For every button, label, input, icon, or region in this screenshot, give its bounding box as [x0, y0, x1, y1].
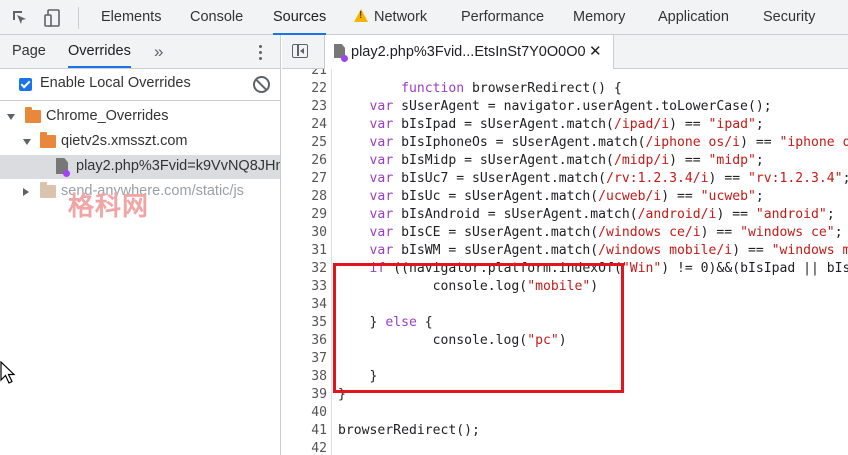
modified-dot-icon [341, 55, 348, 62]
tree-item-chrome-overrides[interactable]: Chrome_Overrides [0, 105, 280, 129]
code-area[interactable]: 21 22 function browserRedirect() {23 var … [282, 69, 848, 455]
sources-navigator: Page Overrides » Enable Local Overrides … [0, 35, 281, 455]
tab-network[interactable]: Network [354, 0, 427, 34]
code-text: var bIsMidp = sUserAgent.match(/midp/i) … [369, 153, 764, 168]
code-line[interactable]: 27 var bIsUc7 = sUserAgent.match(/rv:1.2… [282, 170, 848, 188]
line-number[interactable]: 35 [282, 314, 327, 332]
line-number[interactable]: 21 [282, 69, 327, 80]
tree-item-domain[interactable]: qietv2s.xmsszt.com [0, 130, 280, 154]
folder-icon [40, 182, 56, 198]
code-text: browserRedirect(); [338, 423, 480, 438]
line-number[interactable]: 37 [282, 350, 327, 368]
editor-tab-bar: play2.php%3Fvid...EtsInSt7Y0O0O0 ✕ [282, 35, 848, 69]
tab-memory[interactable]: Memory [573, 0, 625, 34]
tab-sources[interactable]: Sources [273, 0, 327, 35]
expand-arrow-icon[interactable] [7, 114, 15, 120]
code-line[interactable]: 41 browserRedirect(); [282, 422, 848, 440]
line-number[interactable]: 39 [282, 386, 327, 404]
line-number[interactable]: 22 [282, 80, 327, 98]
code-line[interactable]: 42 [282, 440, 848, 455]
code-line[interactable]: 26 var bIsMidp = sUserAgent.match(/midp/… [282, 152, 848, 170]
inspect-element-icon[interactable] [10, 8, 30, 28]
devtools-tab-bar: Elements Console Sources Network Perform… [0, 0, 848, 35]
tree-item-override-file[interactable]: play2.php%3Fvid=k9VvNQ8JHm [0, 155, 280, 179]
code-text: var sUserAgent = navigator.userAgent.toL… [369, 99, 772, 114]
line-number[interactable]: 27 [282, 170, 327, 188]
tab-network-label: Network [374, 9, 428, 25]
line-number[interactable]: 32 [282, 260, 327, 278]
tree-item-label: qietv2s.xmsszt.com [61, 133, 188, 149]
toggle-navigator-icon[interactable] [292, 44, 308, 58]
line-number[interactable]: 38 [282, 368, 327, 386]
code-text: var bIsIpad = sUserAgent.match(/ipad/i) … [369, 117, 764, 132]
code-text: var bIsIphoneOs = sUserAgent.match(/ipho… [369, 135, 848, 150]
code-line[interactable]: 30 var bIsCE = sUserAgent.match(/windows… [282, 224, 848, 242]
line-number[interactable]: 28 [282, 188, 327, 206]
code-line[interactable]: 25 var bIsIphoneOs = sUserAgent.match(/i… [282, 134, 848, 152]
tab-performance[interactable]: Performance [461, 0, 544, 34]
line-number[interactable]: 30 [282, 224, 327, 242]
code-text: var bIsWM = sUserAgent.match(/windows mo… [369, 243, 848, 258]
code-text: function browserRedirect() { [401, 81, 622, 96]
line-number[interactable]: 40 [282, 404, 327, 422]
navigator-tabs: Page Overrides » [0, 35, 280, 69]
device-toolbar-icon[interactable] [43, 8, 63, 28]
code-text: var bIsAndroid = sUserAgent.match(/andro… [369, 207, 835, 222]
expand-arrow-icon[interactable] [23, 139, 31, 145]
line-number[interactable]: 36 [282, 332, 327, 350]
line-number[interactable]: 42 [282, 440, 327, 455]
warning-icon [354, 9, 368, 22]
line-number[interactable]: 23 [282, 98, 327, 116]
code-text: var bIsUc7 = sUserAgent.match(/rv:1.2.3.… [369, 171, 848, 186]
line-number[interactable]: 26 [282, 152, 327, 170]
more-options-icon[interactable] [259, 43, 263, 61]
code-line[interactable]: 29 var bIsAndroid = sUserAgent.match(/an… [282, 206, 848, 224]
enable-overrides-label: Enable Local Overrides [40, 75, 191, 91]
modified-dot-icon [63, 170, 70, 177]
enable-overrides-row: Enable Local Overrides [0, 69, 280, 101]
collapsed-arrow-icon[interactable] [23, 188, 29, 196]
tab-overrides[interactable]: Overrides [68, 35, 131, 68]
tree-item-label: Chrome_Overrides [46, 108, 169, 124]
line-number[interactable]: 25 [282, 134, 327, 152]
tab-console[interactable]: Console [190, 0, 243, 34]
annotation-highlight-box [333, 263, 624, 393]
code-line[interactable]: 21 [282, 69, 848, 80]
enable-overrides-checkbox[interactable] [19, 78, 32, 91]
code-text: var bIsCE = sUserAgent.match(/windows ce… [369, 225, 843, 240]
more-tabs-chevron-icon[interactable]: » [154, 35, 163, 68]
tab-security[interactable]: Security [763, 0, 815, 34]
mouse-cursor-icon [0, 361, 16, 384]
code-line[interactable]: 31 var bIsWM = sUserAgent.match(/windows… [282, 242, 848, 260]
watermark-logo: 格科网 [68, 192, 150, 222]
tab-page[interactable]: Page [12, 35, 46, 68]
folder-icon [25, 107, 41, 123]
code-line[interactable]: 40 [282, 404, 848, 422]
tab-application[interactable]: Application [658, 0, 729, 34]
editor-tab-label: play2.php%3Fvid...EtsInSt7Y0O0O0 [351, 44, 586, 60]
folder-icon [40, 132, 56, 148]
line-number[interactable]: 33 [282, 278, 327, 296]
code-text: var bIsUc = sUserAgent.match(/ucweb/i) =… [369, 189, 764, 204]
close-tab-icon[interactable]: ✕ [589, 35, 602, 68]
tab-elements[interactable]: Elements [101, 0, 161, 34]
code-line[interactable]: 23 var sUserAgent = navigator.userAgent.… [282, 98, 848, 116]
line-number[interactable]: 24 [282, 116, 327, 134]
line-number[interactable]: 29 [282, 206, 327, 224]
line-number[interactable]: 41 [282, 422, 327, 440]
line-number[interactable]: 31 [282, 242, 327, 260]
toolbar-divider [78, 7, 79, 29]
tree-item-label: play2.php%3Fvid=k9VvNQ8JHm [76, 158, 280, 174]
clear-overrides-icon[interactable] [253, 76, 270, 93]
code-line[interactable]: 22 function browserRedirect() { [282, 80, 848, 98]
code-line[interactable]: 28 var bIsUc = sUserAgent.match(/ucweb/i… [282, 188, 848, 206]
code-line[interactable]: 24 var bIsIpad = sUserAgent.match(/ipad/… [282, 116, 848, 134]
editor-file-tab[interactable]: play2.php%3Fvid...EtsInSt7Y0O0O0 ✕ [324, 35, 614, 69]
line-number[interactable]: 34 [282, 296, 327, 314]
